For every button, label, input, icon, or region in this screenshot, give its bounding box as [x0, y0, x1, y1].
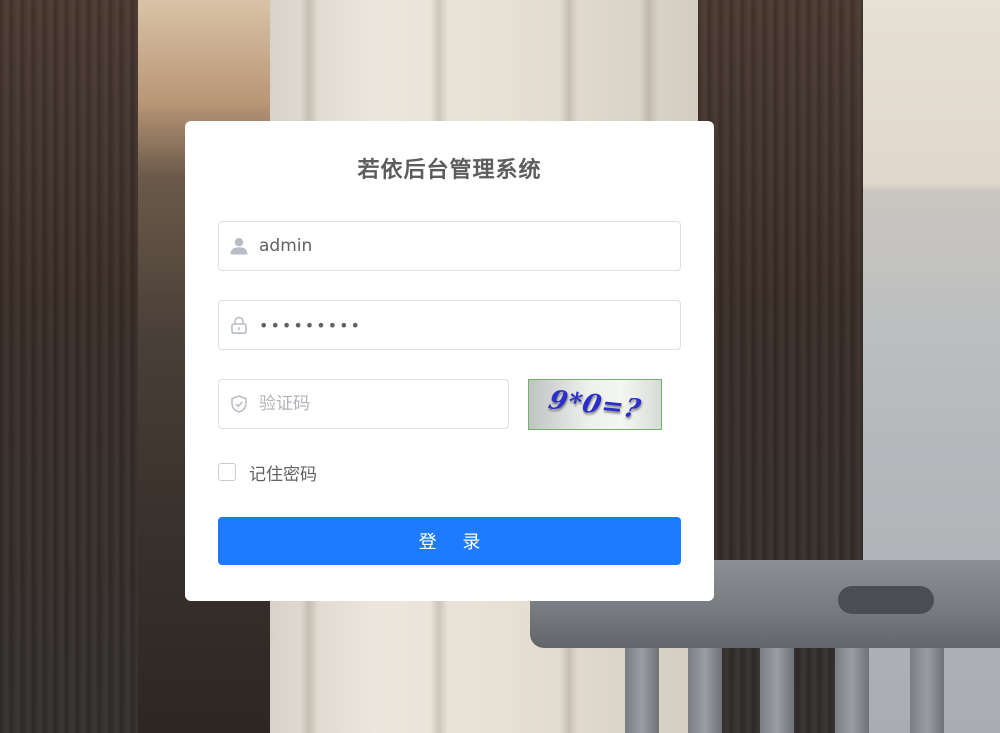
- login-form: 若依后台管理系统 9*0=?: [185, 121, 714, 601]
- background-chair-slat: [688, 648, 722, 733]
- background-wooden-post: [0, 0, 138, 733]
- remember-checkbox[interactable]: [218, 463, 236, 481]
- captcha-text: 9*0=?: [545, 385, 645, 424]
- background-chair-slat: [835, 648, 869, 733]
- password-input[interactable]: [259, 302, 680, 348]
- background-chair-handle: [838, 586, 934, 614]
- password-field[interactable]: [218, 300, 681, 350]
- username-field[interactable]: [218, 221, 681, 271]
- captcha-image[interactable]: 9*0=?: [528, 379, 662, 430]
- lock-icon: [219, 301, 259, 349]
- remember-label: 记住密码: [249, 464, 317, 485]
- background-chair-slat: [760, 648, 794, 733]
- remember-password[interactable]: 记住密码: [218, 460, 317, 485]
- user-icon: [219, 222, 259, 270]
- login-button[interactable]: 登 录: [218, 517, 681, 565]
- captcha-field[interactable]: [218, 379, 509, 429]
- captcha-input[interactable]: [259, 381, 508, 427]
- username-input[interactable]: [259, 223, 680, 269]
- login-title: 若依后台管理系统: [357, 158, 542, 183]
- shield-check-icon: [219, 380, 259, 428]
- background-chair-slat: [625, 648, 659, 733]
- background-chair-slat: [910, 648, 944, 733]
